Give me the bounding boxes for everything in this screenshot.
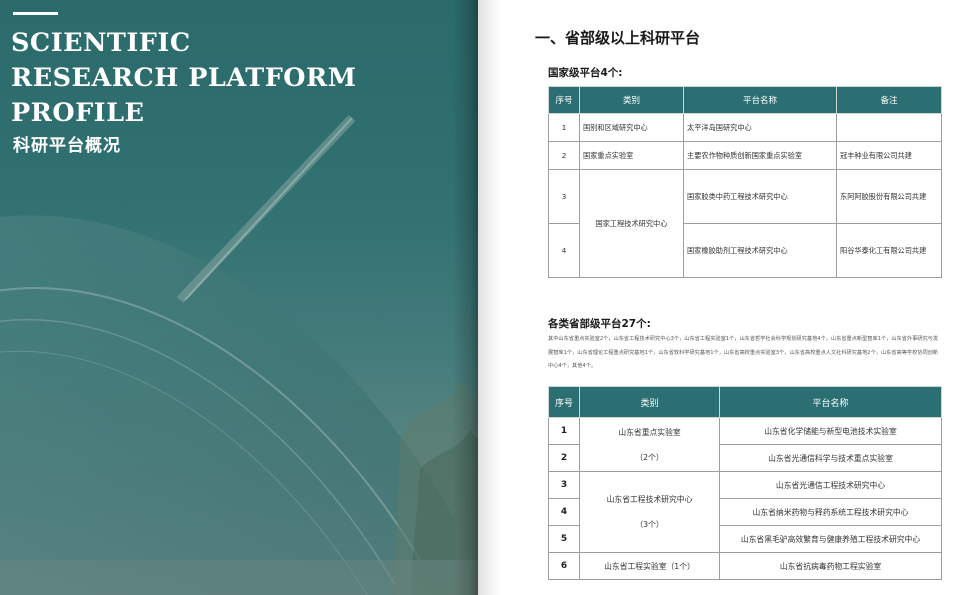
cell-category: 国别和区域研究中心 <box>579 113 684 142</box>
cover-title: SCIENTIFIC RESEARCH PLATFORM PROFILE <box>11 26 356 131</box>
title-accent-line <box>13 12 58 15</box>
page-gutter-shadow <box>478 0 500 595</box>
cell-note: 阳谷华泰化工有限公司共建 <box>836 223 942 278</box>
cell-platform-name: 山东省纳米药物与释药系统工程技术研究中心 <box>719 498 942 526</box>
cover-page: SCIENTIFIC RESEARCH PLATFORM PROFILE 科研平… <box>0 0 478 595</box>
cell-no: 3 <box>548 471 580 499</box>
cell-no: 1 <box>548 113 580 142</box>
cell-no: 1 <box>548 417 580 445</box>
category-count: （2个） <box>635 452 664 462</box>
cell-no: 5 <box>548 525 580 553</box>
header-platform-name: 平台名称 <box>683 86 837 114</box>
cell-category: 国家重点实验室 <box>579 141 684 170</box>
cell-no: 3 <box>548 169 580 224</box>
national-platforms-heading: 国家级平台4个: <box>548 67 623 79</box>
provincial-platforms-heading: 各类省部级平台27个: <box>548 318 651 330</box>
cell-category: 山东省工程实验室（1个） <box>579 552 720 580</box>
table-row: 2 国家重点实验室 主要农作物种质创新国家重点实验室 冠丰种业有限公司共建 <box>548 141 942 170</box>
cell-no: 6 <box>548 552 580 580</box>
header-platform-name: 平台名称 <box>719 386 942 418</box>
cover-subtitle: 科研平台概况 <box>13 136 121 156</box>
cell-note: 冠丰种业有限公司共建 <box>836 141 942 170</box>
cell-platform-name: 山东省光通信工程技术研究中心 <box>719 471 942 499</box>
table-row: 3 国家工程技术研究中心 国家胶类中药工程技术研究中心 东阿阿胶股份有限公司共建 <box>548 169 942 278</box>
cell-no: 2 <box>548 141 580 170</box>
category-label: 山东省工程技术研究中心 <box>606 495 693 504</box>
cell-note <box>836 113 942 142</box>
category-count: （3个） <box>635 520 664 529</box>
cell-category: 山东省重点实验室 （2个） <box>579 417 720 472</box>
book-spine-shadow <box>452 0 478 595</box>
table-header-row: 序号 类别 平台名称 备注 <box>548 86 942 114</box>
national-platforms-table: 序号 类别 平台名称 备注 1 国别和区域研究中心 太平洋岛国研究中心 2 国家… <box>548 86 942 278</box>
table-row: 3 山东省工程技术研究中心 （3个） 山东省光通信工程技术研究中心 <box>548 471 942 553</box>
cell-category: 山东省工程技术研究中心 （3个） <box>579 471 720 553</box>
cover-title-line-2: RESEARCH PLATFORM <box>11 63 357 93</box>
header-category: 类别 <box>579 386 720 418</box>
cell-no: 4 <box>548 223 580 278</box>
table-row: 1 国别和区域研究中心 太平洋岛国研究中心 <box>548 113 942 142</box>
cell-platform-name: 国家橡胶助剂工程技术研究中心 <box>683 223 837 278</box>
cell-platform-name: 主要农作物种质创新国家重点实验室 <box>683 141 837 170</box>
provincial-platforms-table: 序号 类别 平台名称 1 山东省重点实验室 （2个） 山东省化学储能与新型电池技… <box>548 386 942 580</box>
header-no: 序号 <box>548 86 580 114</box>
cell-note: 东阿阿胶股份有限公司共建 <box>836 169 942 224</box>
table-row: 6 山东省工程实验室（1个） 山东省抗病毒药物工程实验室 <box>548 552 942 580</box>
section-title: 一、省部级以上科研平台 <box>535 29 701 47</box>
table-row: 1 山东省重点实验室 （2个） 山东省化学储能与新型电池技术实验室 <box>548 417 942 472</box>
cell-no: 2 <box>548 444 580 472</box>
cell-no: 4 <box>548 498 580 526</box>
cover-title-line-1: SCIENTIFIC <box>11 28 191 58</box>
provincial-platforms-description: 其中山东省重点实验室2个，山东省工程技术研究中心3个，山东省工程实验室1个，山东… <box>548 336 939 369</box>
cell-platform-name: 太平洋岛国研究中心 <box>683 113 837 142</box>
cell-platform-name: 山东省光通信科学与技术重点实验室 <box>719 444 942 472</box>
table-header-row: 序号 类别 平台名称 <box>548 386 942 418</box>
cover-title-line-3: PROFILE <box>11 98 145 128</box>
cell-platform-name: 山东省黑毛驴高效繁育与健康养殖工程技术研究中心 <box>719 525 942 553</box>
cell-platform-name: 山东省抗病毒药物工程实验室 <box>719 552 942 580</box>
cell-platform-name: 山东省化学储能与新型电池技术实验室 <box>719 417 942 445</box>
header-no: 序号 <box>548 386 580 418</box>
cell-platform-name: 国家胶类中药工程技术研究中心 <box>683 169 837 224</box>
content-page: 一、省部级以上科研平台 国家级平台4个: 序号 类别 平台名称 备注 1 国别和… <box>478 0 960 595</box>
category-label: 山东省重点实验室 <box>618 427 681 437</box>
header-category: 类别 <box>579 86 684 114</box>
cell-category: 国家工程技术研究中心 <box>579 169 684 278</box>
header-note: 备注 <box>836 86 942 114</box>
